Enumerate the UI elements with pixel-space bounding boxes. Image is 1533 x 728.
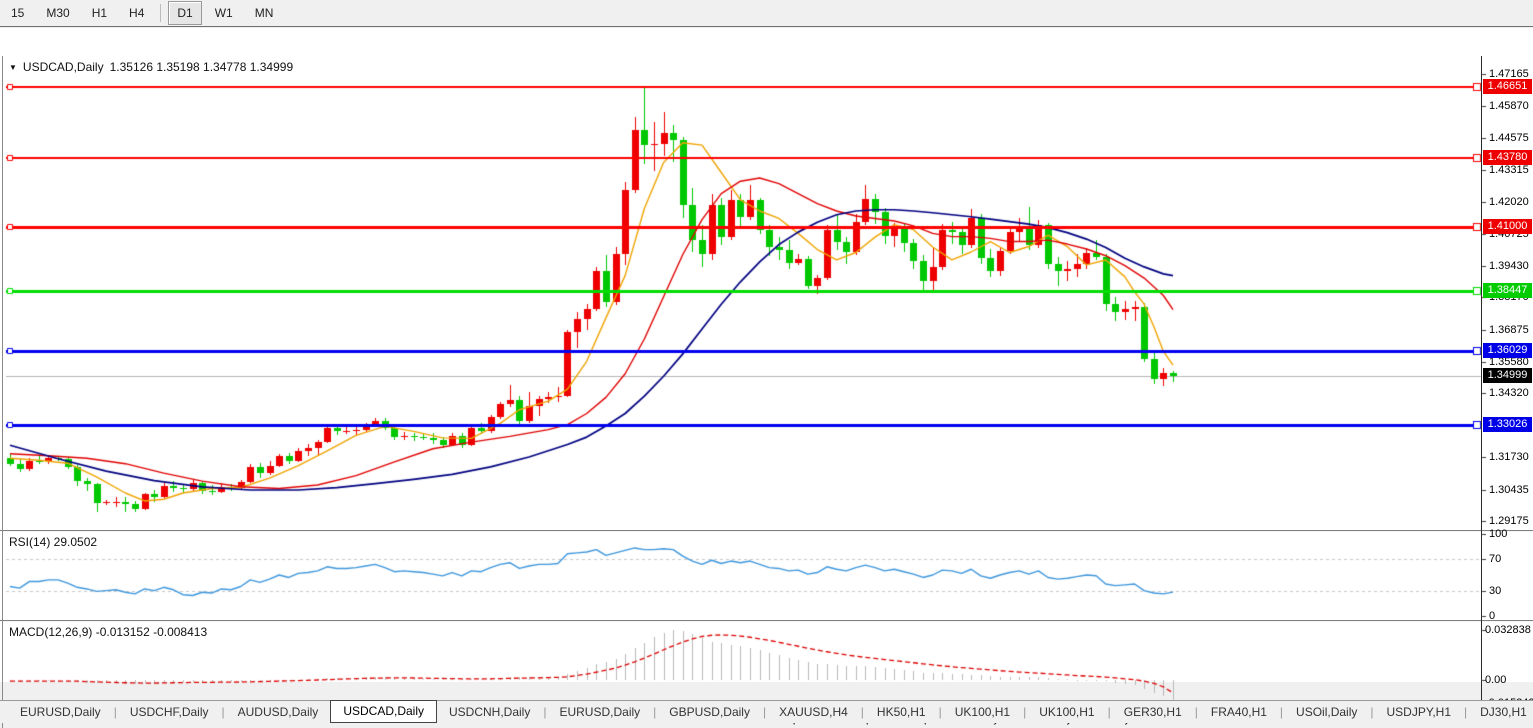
price-axis-label: 1.45870 — [1489, 100, 1529, 112]
chart-paper: ▼ USDCAD,Daily 1.35126 1.35198 1.34778 1… — [0, 28, 1533, 682]
tab-divider: | — [1023, 705, 1026, 719]
price-axis-label: 1.31730 — [1489, 451, 1529, 463]
tab-usdcnh-daily[interactable]: USDCNH,Daily — [437, 702, 542, 722]
tab-audusd-daily[interactable]: AUDUSD,Daily — [226, 702, 331, 722]
tab-divider: | — [1370, 705, 1373, 719]
macd-axis-label: 0.032838 — [1485, 624, 1531, 636]
tab-divider: | — [543, 705, 546, 719]
tab-uk100-h1[interactable]: UK100,H1 — [1027, 702, 1106, 722]
tab-divider: | — [1280, 705, 1283, 719]
tab-divider: | — [763, 705, 766, 719]
pane-separator-main-rsi[interactable] — [0, 530, 1533, 532]
rsi-axis-label: 100 — [1489, 528, 1507, 540]
chart-title: ▼ USDCAD,Daily 1.35126 1.35198 1.34778 1… — [9, 60, 293, 74]
tab-fra40-h1[interactable]: FRA40,H1 — [1199, 702, 1279, 722]
tab-usdchf-daily[interactable]: USDCHF,Daily — [118, 702, 221, 722]
tab-xauusd-h4[interactable]: XAUUSD,H4 — [767, 702, 860, 722]
chart-dropdown-icon[interactable]: ▼ — [9, 63, 17, 72]
tab-divider: | — [939, 705, 942, 719]
tab-gbpusd-daily[interactable]: GBPUSD,Daily — [657, 702, 762, 722]
timeframe-button-m30[interactable]: M30 — [37, 1, 78, 25]
timeframe-toolbar: 15M30H1H4 D1W1MN — [0, 0, 1533, 27]
tab-divider: | — [1195, 705, 1198, 719]
rsi-indicator-label: RSI(14) 29.0502 — [9, 535, 97, 549]
tab-divider: | — [1108, 705, 1111, 719]
timeframe-button-w1[interactable]: W1 — [206, 1, 242, 25]
price-axis-label: 1.43315 — [1489, 164, 1529, 176]
tab-eurusd-daily[interactable]: EURUSD,Daily — [547, 702, 652, 722]
level-price-badge: 1.43780 — [1483, 150, 1532, 165]
timeframe-button-d1[interactable]: D1 — [168, 1, 201, 25]
tab-uk100-h1[interactable]: UK100,H1 — [943, 702, 1022, 722]
macd-indicator-label: MACD(12,26,9) -0.013152 -0.008413 — [9, 625, 207, 639]
level-price-badge: 1.36029 — [1483, 343, 1532, 358]
price-axis-label: 1.44575 — [1489, 132, 1529, 144]
tab-hk50-h1[interactable]: HK50,H1 — [865, 702, 938, 722]
timeframe-button-h4[interactable]: H4 — [120, 1, 153, 25]
chart-symbol-period: USDCAD,Daily — [23, 60, 104, 74]
pane-separator-rsi-macd[interactable] — [0, 620, 1533, 622]
symbol-tab-bar: EURUSD,Daily|USDCHF,Daily|AUDUSD,DailyUS… — [0, 700, 1533, 723]
tab-divider: | — [1464, 705, 1467, 719]
level-price-badge: 1.46651 — [1483, 79, 1532, 94]
tab-divider: | — [222, 705, 225, 719]
tab-usoil-daily[interactable]: USOil,Daily — [1284, 702, 1369, 722]
window-left-frame — [2, 56, 3, 728]
level-price-badge: 1.41000 — [1483, 219, 1532, 234]
rsi-axis-label: 0 — [1489, 610, 1495, 622]
timeframe-button-mn[interactable]: MN — [246, 1, 283, 25]
tab-divider: | — [861, 705, 864, 719]
timeframe-button-h1[interactable]: H1 — [83, 1, 116, 25]
price-axis-label: 1.42020 — [1489, 196, 1529, 208]
tab-usdjpy-h1[interactable]: USDJPY,H1 — [1375, 702, 1463, 722]
tab-divider: | — [653, 705, 656, 719]
tab-ger30-h1[interactable]: GER30,H1 — [1112, 702, 1194, 722]
chart-ohlc-values: 1.35126 1.35198 1.34778 1.34999 — [110, 60, 294, 74]
tab-divider: | — [114, 705, 117, 719]
level-price-badge: 1.33026 — [1483, 417, 1532, 432]
price-axis-label: 1.34320 — [1489, 387, 1529, 399]
price-axis-label: 1.39430 — [1489, 260, 1529, 272]
rsi-axis-label: 30 — [1489, 585, 1501, 597]
price-axis-label: 1.36875 — [1489, 324, 1529, 336]
level-price-badge: 1.38447 — [1483, 283, 1532, 298]
price-axis-label: 1.29175 — [1489, 515, 1529, 527]
price-axis-label: 1.30435 — [1489, 484, 1529, 496]
tab-usdcad-daily[interactable]: USDCAD,Daily — [330, 700, 437, 723]
current-price-badge: 1.34999 — [1483, 368, 1532, 383]
tab-dj30-h1[interactable]: DJ30,H1 — [1468, 702, 1533, 722]
toolbar-separator — [160, 4, 161, 22]
price-axis-border — [1481, 56, 1482, 710]
chart-plot-area[interactable] — [0, 28, 1533, 723]
tab-eurusd-daily[interactable]: EURUSD,Daily — [8, 702, 113, 722]
timeframe-button-15[interactable]: 15 — [2, 1, 33, 25]
rsi-axis-label: 70 — [1489, 553, 1501, 565]
macd-axis-label: 0.00 — [1485, 674, 1506, 686]
